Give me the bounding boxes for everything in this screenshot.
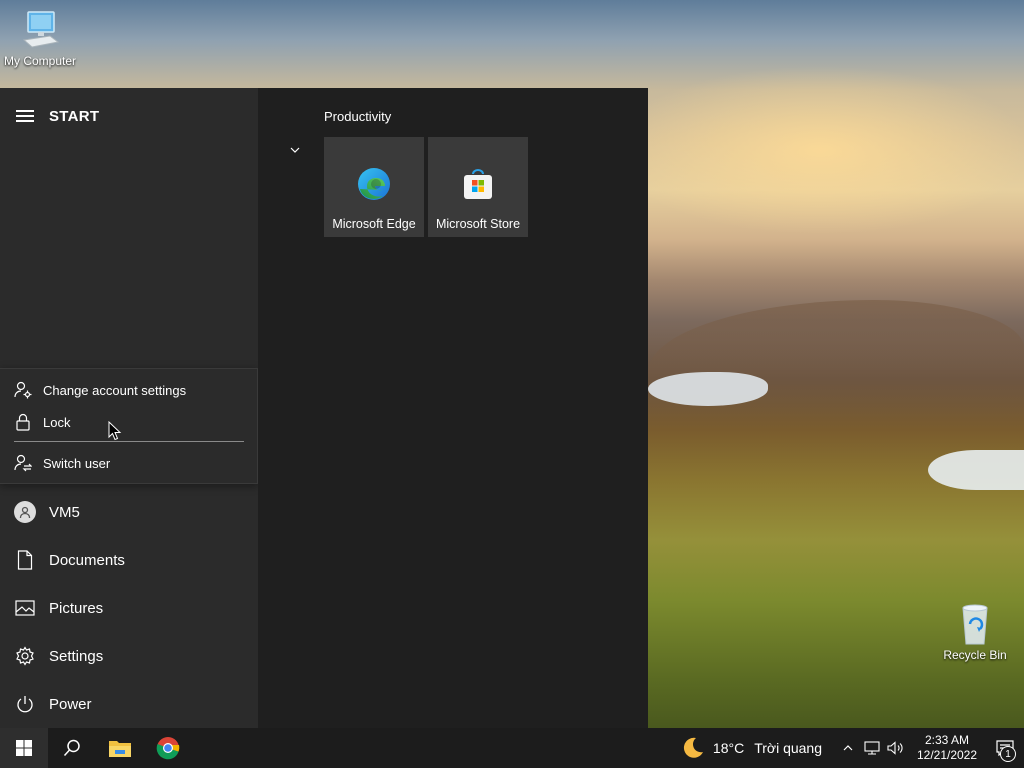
clock-date: 12/21/2022 [916,748,978,762]
recycle-bin-icon [962,604,988,645]
start-menu: START Change account settings Lock Switc… [0,88,648,728]
flyout-item-label: Switch user [43,455,111,471]
document-icon [14,549,36,571]
rail-item-settings[interactable]: Settings [0,632,258,680]
mouse-cursor-icon [108,421,122,441]
change-account-settings-item[interactable]: Change account settings [0,374,256,406]
account-flyout: Change account settings Lock Switch user [0,368,258,484]
folder-icon [109,741,131,757]
hamburger-menu-icon[interactable] [16,110,34,122]
desktop-icon-recycle-bin[interactable]: Recycle Bin [935,602,1015,662]
tile-microsoft-edge[interactable]: Microsoft Edge [324,137,424,237]
rail-item-label: Power [49,695,92,713]
network-tray-button[interactable] [860,728,884,768]
windows-logo-icon [16,740,32,756]
chrome-taskbar-button[interactable] [144,728,192,768]
rail-item-power[interactable]: Power [0,680,258,728]
weather-condition: Trời quang [754,740,822,756]
start-button[interactable] [0,728,48,768]
network-icon [864,741,880,755]
search-icon [63,739,80,757]
power-icon [14,693,36,715]
desktop-icon-label: Recycle Bin [943,648,1007,662]
chevron-down-icon[interactable] [288,143,302,157]
action-center-button[interactable]: 1 [986,728,1024,768]
show-hidden-icons-button[interactable] [836,728,860,768]
wallpaper-lake [928,450,1024,490]
tile-group-title[interactable]: Productivity [324,109,391,124]
lock-icon [14,413,32,431]
start-left-rail: START Change account settings Lock Switc… [0,88,258,728]
speaker-icon [887,741,903,755]
wallpaper-lake [648,372,768,406]
flyout-item-label: Change account settings [43,382,187,398]
user-avatar-icon [14,501,36,523]
taskbar: 18°C Trời quang 2:33 AM 12/21/2022 1 [0,728,1024,768]
store-bag-icon [464,169,492,199]
weather-temperature: 18°C [712,740,745,756]
pictures-icon [14,597,36,619]
system-tray: 18°C Trời quang 2:33 AM 12/21/2022 1 [681,728,1024,768]
notification-badge: 1 [1000,746,1016,762]
tile-microsoft-store[interactable]: Microsoft Store [428,137,528,237]
rail-item-label: Settings [49,647,104,665]
computer-icon [22,11,60,48]
flyout-divider [14,441,244,442]
clock-time: 2:33 AM [924,733,970,747]
lock-item[interactable]: Lock [0,406,256,438]
rail-item-documents[interactable]: Documents [0,536,258,584]
moon-icon [683,737,703,758]
chevron-up-icon [843,745,853,751]
chrome-icon [156,737,180,760]
account-settings-icon [14,381,32,399]
file-explorer-taskbar-button[interactable] [96,728,144,768]
rail-item-user[interactable]: VM5 [0,488,258,536]
desktop-icon-label: My Computer [3,54,77,68]
switch-user-icon [14,454,32,472]
volume-tray-button[interactable] [884,728,908,768]
rail-item-pictures[interactable]: Pictures [0,584,258,632]
rail-item-label: Pictures [49,599,104,617]
edge-icon [358,168,390,200]
weather-widget[interactable]: 18°C Trời quang [681,736,822,760]
search-button[interactable] [48,728,96,768]
flyout-item-label: Lock [43,414,71,430]
tile-label: Microsoft Edge [332,217,416,231]
desktop-icon-my-computer[interactable]: My Computer [0,10,80,68]
tile-label: Microsoft Store [435,217,521,231]
rail-item-label: VM5 [49,503,80,521]
start-title: START [49,107,100,125]
switch-user-item[interactable]: Switch user [0,447,256,479]
rail-item-label: Documents [49,551,125,569]
taskbar-clock[interactable]: 2:33 AM 12/21/2022 [912,733,982,763]
start-header: START [0,88,258,144]
gear-icon [14,645,36,667]
start-tiles-pane: Productivity Microsoft Edge Microsoft St… [258,88,648,728]
